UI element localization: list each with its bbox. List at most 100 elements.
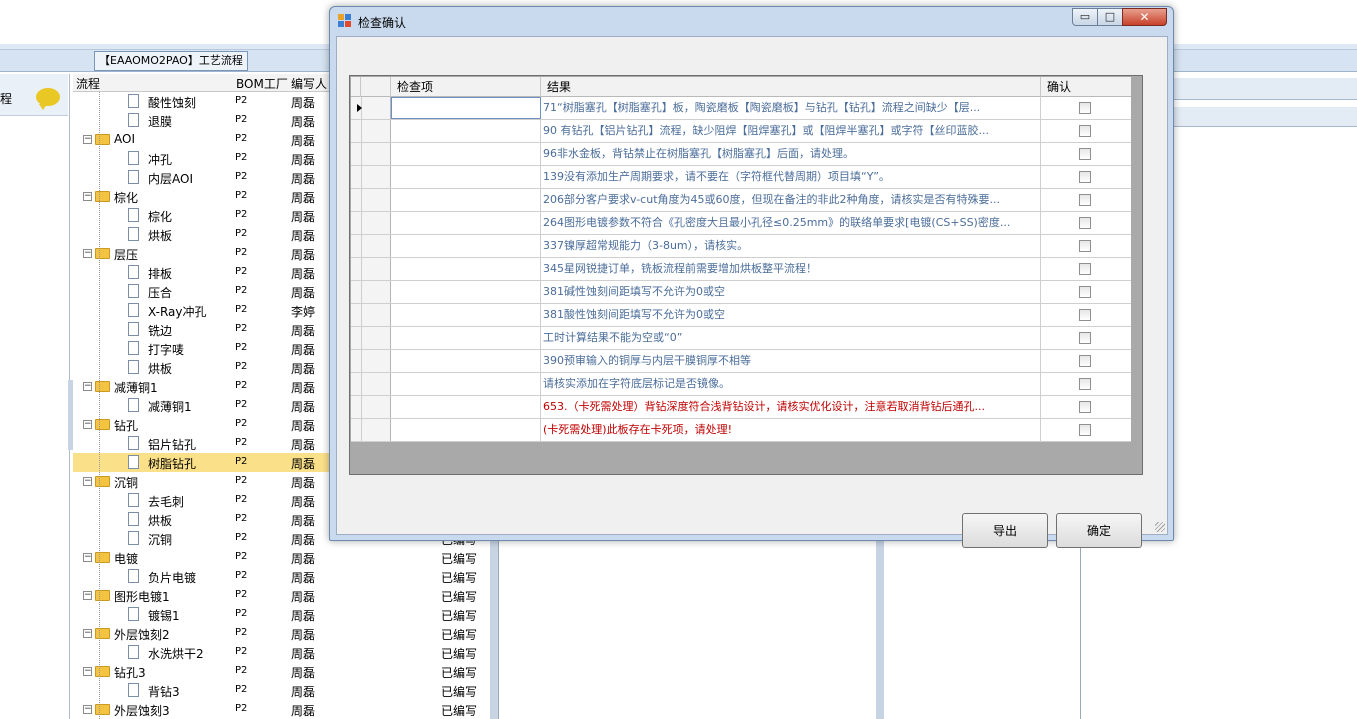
ok-button[interactable]: 确定 bbox=[1056, 513, 1142, 548]
check-item-cell[interactable] bbox=[391, 166, 541, 188]
col-header-check-item[interactable]: 检查项 bbox=[391, 77, 541, 97]
resize-grip[interactable] bbox=[1155, 522, 1165, 532]
grid-row[interactable]: 71“树脂塞孔【树脂塞孔】板，陶瓷磨板【陶瓷磨板】与钻孔【钻孔】流程之间缺少【层… bbox=[351, 97, 1131, 120]
collapse-toggle-icon[interactable]: − bbox=[83, 135, 92, 144]
row-header[interactable] bbox=[351, 258, 391, 280]
check-item-cell[interactable] bbox=[391, 97, 541, 119]
grid-row[interactable]: 工时计算结果不能为空或“0” bbox=[351, 327, 1131, 350]
confirm-checkbox[interactable] bbox=[1079, 171, 1091, 183]
grid-row[interactable]: 381酸性蚀刻间距填写不允许为0或空 bbox=[351, 304, 1131, 327]
result-cell[interactable]: 139没有添加生产周期要求，请不要在（字符框代替周期）项目填“Y”。 bbox=[541, 166, 1041, 188]
grid-row[interactable]: 139没有添加生产周期要求，请不要在（字符框代替周期）项目填“Y”。 bbox=[351, 166, 1131, 189]
check-item-cell[interactable] bbox=[391, 143, 541, 165]
check-item-cell[interactable] bbox=[391, 189, 541, 211]
tree-folder-node[interactable]: − 钻孔3 P2 周磊 已编写 bbox=[73, 662, 503, 681]
close-button[interactable]: ✕ bbox=[1122, 8, 1167, 26]
confirm-checkbox[interactable] bbox=[1079, 148, 1091, 160]
row-header[interactable] bbox=[351, 235, 391, 257]
row-header[interactable] bbox=[351, 120, 391, 142]
collapse-toggle-icon[interactable]: − bbox=[83, 667, 92, 676]
tree-folder-node[interactable]: − 图形电镀1 P2 周磊 已编写 bbox=[73, 586, 503, 605]
grid-row[interactable]: 96非水金板，背钻禁止在树脂塞孔【树脂塞孔】后面，请处理。 bbox=[351, 143, 1131, 166]
grid-row[interactable]: 264图形电镀参数不符合《孔密度大且最小孔径≤0.25mm》的联络单要求[电镀(… bbox=[351, 212, 1131, 235]
row-header[interactable] bbox=[351, 281, 391, 303]
export-button[interactable]: 导出 bbox=[962, 513, 1048, 548]
result-cell[interactable]: 96非水金板，背钻禁止在树脂塞孔【树脂塞孔】后面，请处理。 bbox=[541, 143, 1041, 165]
maximize-button[interactable]: □ bbox=[1097, 8, 1123, 26]
check-item-cell[interactable] bbox=[391, 350, 541, 372]
result-cell[interactable]: 345星网锐捷订单，铣板流程前需要增加烘板整平流程！ bbox=[541, 258, 1041, 280]
result-cell[interactable]: 工时计算结果不能为空或“0” bbox=[541, 327, 1041, 349]
row-header[interactable] bbox=[351, 143, 391, 165]
confirm-checkbox[interactable] bbox=[1079, 194, 1091, 206]
result-cell[interactable]: 381碱性蚀刻间距填写不允许为0或空 bbox=[541, 281, 1041, 303]
collapse-toggle-icon[interactable]: − bbox=[83, 477, 92, 486]
check-item-cell[interactable] bbox=[391, 396, 541, 418]
collapse-toggle-icon[interactable]: − bbox=[83, 705, 92, 714]
check-item-cell[interactable] bbox=[391, 373, 541, 395]
check-item-cell[interactable] bbox=[391, 235, 541, 257]
tab-process-flow[interactable]: 【EAAOMO2PAO】工艺流程 bbox=[94, 51, 248, 71]
left-nav-label[interactable]: 程 bbox=[0, 90, 12, 107]
confirm-checkbox[interactable] bbox=[1079, 401, 1091, 413]
grid-row[interactable]: 337镍厚超常规能力（3-8um），请核实。 bbox=[351, 235, 1131, 258]
minimize-button[interactable]: ▭ bbox=[1072, 8, 1098, 26]
grid-row[interactable]: (卡死需处理)此板存在卡死项，请处理! bbox=[351, 419, 1131, 442]
confirm-checkbox[interactable] bbox=[1079, 125, 1091, 137]
result-cell[interactable]: 71“树脂塞孔【树脂塞孔】板，陶瓷磨板【陶瓷磨板】与钻孔【钻孔】流程之间缺少【层… bbox=[541, 97, 1041, 119]
dialog-title-bar[interactable]: 检查确认 ▭ □ ✕ bbox=[330, 7, 1173, 35]
collapse-toggle-icon[interactable]: − bbox=[83, 629, 92, 638]
result-cell[interactable]: 264图形电镀参数不符合《孔密度大且最小孔径≤0.25mm》的联络单要求[电镀(… bbox=[541, 212, 1041, 234]
check-item-cell[interactable] bbox=[391, 281, 541, 303]
result-cell[interactable]: 337镍厚超常规能力（3-8um），请核实。 bbox=[541, 235, 1041, 257]
row-header[interactable] bbox=[351, 419, 391, 441]
grid-row[interactable]: 653.（卡死需处理）背钻深度符合浅背钻设计，请核实优化设计，注意若取消背钻后通… bbox=[351, 396, 1131, 419]
col-header-process[interactable]: 流程 bbox=[76, 75, 100, 92]
grid-row[interactable]: 345星网锐捷订单，铣板流程前需要增加烘板整平流程！ bbox=[351, 258, 1131, 281]
row-header[interactable] bbox=[351, 189, 391, 211]
confirm-checkbox[interactable] bbox=[1079, 332, 1091, 344]
row-header[interactable] bbox=[351, 327, 391, 349]
row-header[interactable] bbox=[351, 304, 391, 326]
row-header[interactable] bbox=[351, 166, 391, 188]
col-header-result[interactable]: 结果 bbox=[541, 77, 1041, 97]
collapse-toggle-icon[interactable]: − bbox=[83, 192, 92, 201]
confirm-checkbox[interactable] bbox=[1079, 355, 1091, 367]
result-cell[interactable]: 请核实添加在字符底层标记是否镜像。 bbox=[541, 373, 1041, 395]
col-header-bom[interactable]: BOM工厂 bbox=[236, 75, 288, 92]
confirm-checkbox[interactable] bbox=[1079, 102, 1091, 114]
result-cell[interactable]: 206部分客户要求v-cut角度为45或60度，但现在备注的非此2种角度，请核实… bbox=[541, 189, 1041, 211]
grid-row[interactable]: 请核实添加在字符底层标记是否镜像。 bbox=[351, 373, 1131, 396]
result-cell[interactable]: 381酸性蚀刻间距填写不允许为0或空 bbox=[541, 304, 1041, 326]
tree-leaf-node[interactable]: 水洗烘干2 P2 周磊 已编写 bbox=[73, 643, 503, 662]
result-cell[interactable]: 653.（卡死需处理）背钻深度符合浅背钻设计，请核实优化设计，注意若取消背钻后通… bbox=[541, 396, 1041, 418]
confirm-checkbox[interactable] bbox=[1079, 240, 1091, 252]
tree-leaf-node[interactable]: 背钻3 P2 周磊 已编写 bbox=[73, 681, 503, 700]
grid-row[interactable]: 390预审输入的铜厚与内层干膜铜厚不相等 bbox=[351, 350, 1131, 373]
col-header-author[interactable]: 编写人 bbox=[291, 75, 327, 92]
tree-leaf-node[interactable]: 镀锡1 P2 周磊 已编写 bbox=[73, 605, 503, 624]
chat-bubble-icon[interactable] bbox=[36, 88, 60, 110]
grid-row[interactable]: 90 有钻孔【铝片钻孔】流程，缺少阻焊【阻焊塞孔】或【阻焊半塞孔】或字符【丝印蓝… bbox=[351, 120, 1131, 143]
tree-leaf-node[interactable]: 负片电镀 P2 周磊 已编写 bbox=[73, 567, 503, 586]
check-item-cell[interactable] bbox=[391, 419, 541, 441]
collapse-toggle-icon[interactable]: − bbox=[83, 591, 92, 600]
row-header[interactable] bbox=[351, 212, 391, 234]
check-item-cell[interactable] bbox=[391, 120, 541, 142]
result-cell[interactable]: 390预审输入的铜厚与内层干膜铜厚不相等 bbox=[541, 350, 1041, 372]
tree-folder-node[interactable]: − 电镀 P2 周磊 已编写 bbox=[73, 548, 503, 567]
grid-body[interactable]: 检查项 结果 确认 71“树脂塞孔【树脂塞孔】板，陶瓷磨板【陶瓷磨板】与钻孔【钻… bbox=[351, 77, 1131, 442]
collapse-toggle-icon[interactable]: − bbox=[83, 249, 92, 258]
grid-row[interactable]: 206部分客户要求v-cut角度为45或60度，但现在备注的非此2种角度，请核实… bbox=[351, 189, 1131, 212]
confirm-checkbox[interactable] bbox=[1079, 217, 1091, 229]
row-header[interactable] bbox=[351, 350, 391, 372]
result-cell[interactable]: (卡死需处理)此板存在卡死项，请处理! bbox=[541, 419, 1041, 441]
collapse-toggle-icon[interactable]: − bbox=[83, 553, 92, 562]
check-item-cell[interactable] bbox=[391, 327, 541, 349]
col-header-confirm[interactable]: 确认 bbox=[1041, 77, 1131, 97]
grid-row[interactable]: 381碱性蚀刻间距填写不允许为0或空 bbox=[351, 281, 1131, 304]
splitter-handle[interactable] bbox=[490, 540, 498, 719]
result-cell[interactable]: 90 有钻孔【铝片钻孔】流程，缺少阻焊【阻焊塞孔】或【阻焊半塞孔】或字符【丝印蓝… bbox=[541, 120, 1041, 142]
check-item-cell[interactable] bbox=[391, 212, 541, 234]
check-item-cell[interactable] bbox=[391, 304, 541, 326]
